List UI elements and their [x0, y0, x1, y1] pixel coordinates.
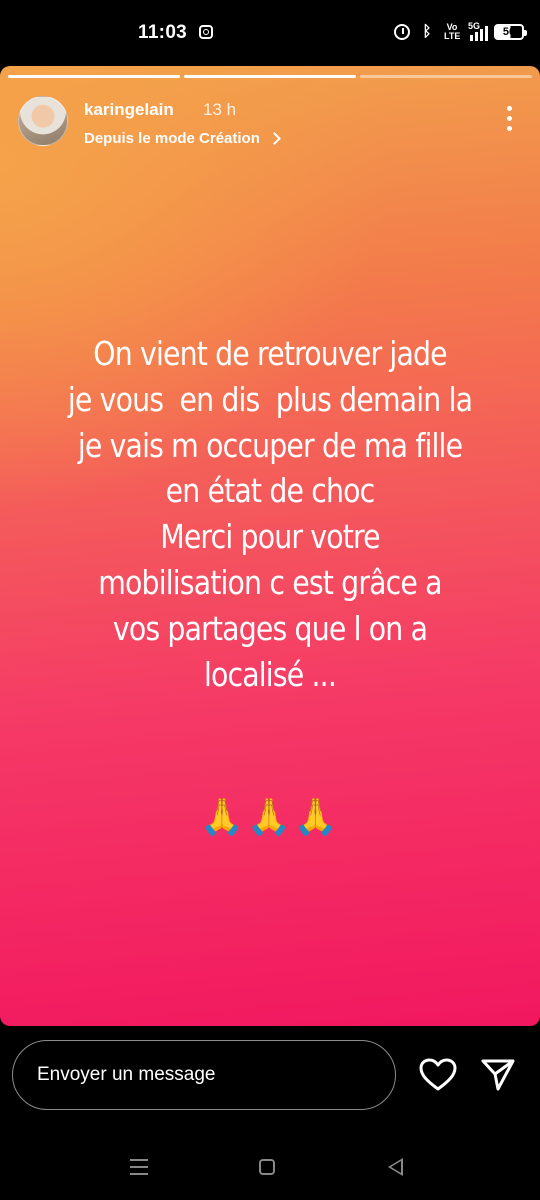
- alarm-icon: [394, 24, 410, 40]
- progress-segment: [360, 75, 532, 78]
- story-progress-bar: [8, 75, 532, 78]
- message-placeholder: Envoyer un message: [37, 1064, 216, 1085]
- story-time-ago: 13 h: [203, 100, 237, 119]
- system-nav-bar: [0, 1135, 540, 1200]
- more-options-icon[interactable]: [506, 106, 512, 131]
- praying-hands-emoji: 🙏🙏🙏: [199, 796, 341, 837]
- battery-percent: 56: [502, 26, 516, 38]
- progress-segment: [8, 75, 180, 78]
- battery-icon: 56: [494, 24, 527, 40]
- status-bar: 11:03 ᛒ Vo LTE 5G 56: [0, 0, 540, 66]
- back-icon[interactable]: [388, 1158, 403, 1176]
- status-icons: ᛒ Vo LTE 5G 56: [394, 20, 527, 44]
- heart-icon[interactable]: [419, 1058, 457, 1092]
- signal-icon: 5G: [468, 21, 488, 41]
- status-time: 11:03: [138, 22, 188, 43]
- story-text: On vient de retrouver jade je vous en di…: [55, 331, 485, 697]
- story-subtitle-link[interactable]: Depuis le mode Création: [84, 130, 281, 147]
- story-text-line: localisé ...: [203, 654, 337, 694]
- home-icon[interactable]: [259, 1159, 275, 1175]
- instagram-icon: [199, 25, 213, 39]
- story-text-line: mobilisation c est grâce a: [98, 562, 442, 602]
- chevron-right-icon: [268, 132, 281, 145]
- username[interactable]: karingelain: [84, 100, 174, 120]
- subtitle-label: Depuis le mode Création: [84, 130, 260, 147]
- story-text-line: Merci pour votre: [160, 517, 380, 557]
- message-input[interactable]: Envoyer un message: [12, 1040, 396, 1110]
- bluetooth-icon: ᛒ: [422, 23, 432, 40]
- story-text-line: je vais m occuper de ma fille: [77, 425, 463, 465]
- volte-icon: Vo LTE: [444, 22, 461, 41]
- send-icon[interactable]: [480, 1058, 516, 1092]
- story-text-line: je vous en dis plus demain la: [67, 379, 473, 419]
- recent-apps-icon[interactable]: [130, 1159, 148, 1175]
- avatar[interactable]: [18, 96, 68, 146]
- progress-segment: [184, 75, 356, 78]
- story-text-line: en état de choc: [165, 471, 376, 511]
- story-text-line: vos partages que l on a: [112, 608, 428, 648]
- story-view[interactable]: karingelain 13 h Depuis le mode Création…: [0, 66, 540, 1026]
- story-text-line: On vient de retrouver jade: [93, 334, 447, 373]
